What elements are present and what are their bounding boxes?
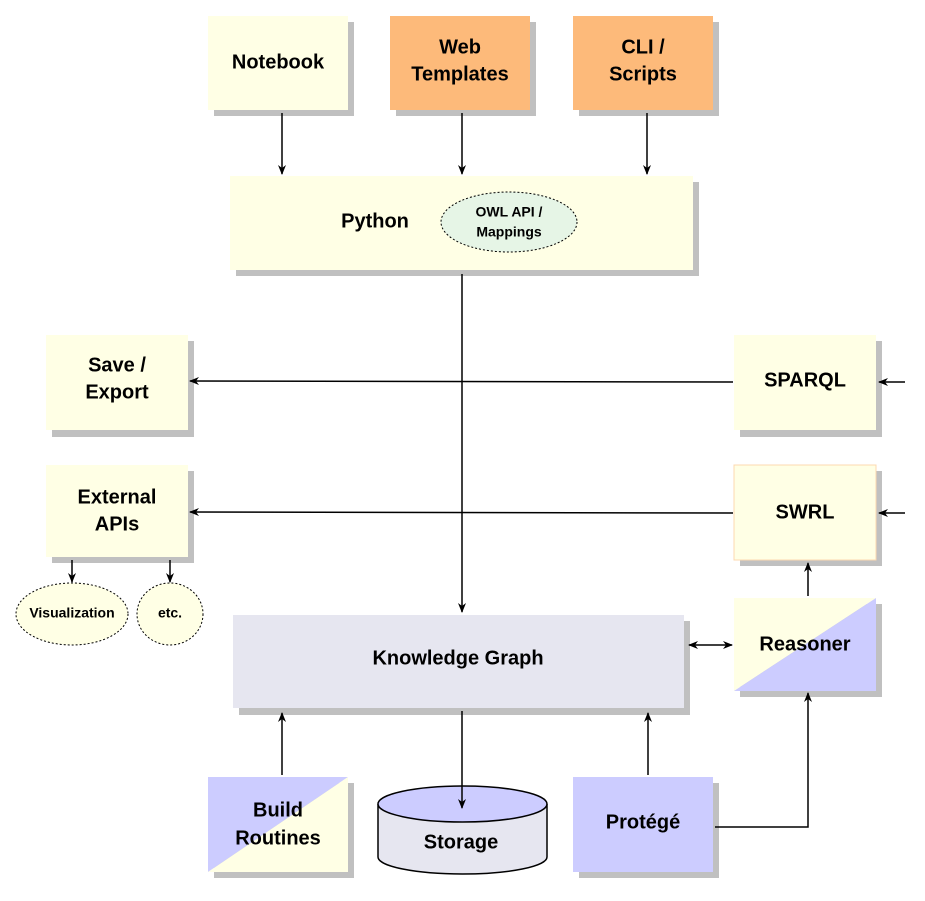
knowledge-graph-node: Knowledge Graph (233, 615, 690, 715)
cli-label-1: CLI / (621, 36, 665, 58)
knowledge-graph-label: Knowledge Graph (372, 647, 543, 669)
owl-api-label-2: Mappings (476, 224, 542, 240)
external-apis-node: External APIs (46, 465, 194, 563)
swrl-node: SWRL (733, 464, 882, 566)
web-templates-label-1: Web (439, 36, 481, 58)
visualization-label: Visualization (29, 605, 114, 621)
arrow-protege-reasoner (715, 692, 812, 828)
cli-scripts-node: CLI / Scripts (573, 16, 719, 116)
storage-label: Storage (424, 831, 498, 853)
notebook-node: Notebook (208, 16, 354, 116)
external-apis-label-1: External (78, 486, 157, 508)
save-export-node: Save / Export (46, 335, 194, 437)
architecture-diagram: Notebook Web Templates CLI / Scripts Pyt… (15, 16, 905, 878)
build-routines-node: Build Routines (208, 777, 354, 878)
reasoner-label: Reasoner (759, 633, 850, 655)
save-export-label-2: Export (85, 381, 149, 403)
sparql-label: SPARQL (764, 369, 846, 391)
reasoner-node: Reasoner (734, 598, 882, 697)
save-export-label-1: Save / (88, 354, 146, 376)
arrow-sparql-save (189, 377, 734, 386)
python-label: Python (341, 210, 409, 232)
web-templates-label-2: Templates (411, 63, 508, 85)
build-routines-label-2: Routines (235, 827, 321, 849)
swrl-label: SWRL (776, 501, 835, 523)
etc-label: etc. (158, 605, 182, 621)
protege-node: Protégé (573, 777, 719, 878)
owl-api-label-1: OWL API / (476, 204, 543, 220)
owl-api-ellipse (440, 191, 578, 253)
web-templates-node: Web Templates (390, 16, 536, 116)
notebook-label: Notebook (232, 51, 325, 73)
protege-label: Protégé (606, 811, 680, 833)
sparql-node: SPARQL (734, 335, 882, 437)
arrow-swrl-external (189, 508, 734, 517)
python-node: Python OWL API / Mappings (230, 176, 699, 276)
external-apis-label-2: APIs (95, 513, 139, 535)
build-routines-label-1: Build (253, 799, 303, 821)
cli-label-2: Scripts (609, 63, 677, 85)
